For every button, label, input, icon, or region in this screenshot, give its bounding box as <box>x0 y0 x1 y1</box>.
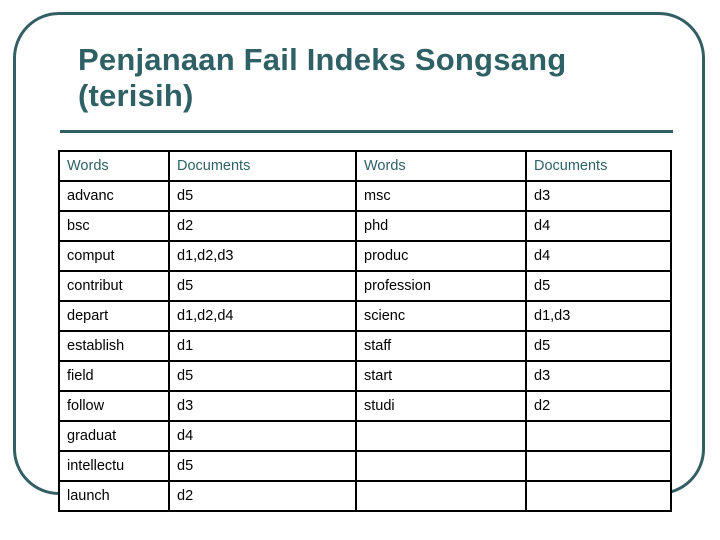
cell-word-right: studi <box>355 390 527 422</box>
cell-documents-left: d4 <box>168 420 357 452</box>
cell-documents-right: d5 <box>525 330 672 362</box>
title-divider-rule <box>60 130 673 133</box>
column-header-words-left: Words <box>58 150 170 182</box>
cell-documents-right: d1,d3 <box>525 300 672 332</box>
cell-documents-left: d5 <box>168 450 357 482</box>
cell-word-left: follow <box>58 390 170 422</box>
column-header-documents-left: Documents <box>168 150 357 182</box>
column-header-documents-right: Documents <box>525 150 672 182</box>
cell-documents-left: d3 <box>168 390 357 422</box>
table-row: establish d1 staff d5 <box>58 330 672 362</box>
cell-word-right: staff <box>355 330 527 362</box>
cell-word-left: establish <box>58 330 170 362</box>
cell-documents-left: d1 <box>168 330 357 362</box>
table-row: launch d2 <box>58 480 672 512</box>
cell-documents-left: d1,d2,d3 <box>168 240 357 272</box>
cell-word-right: msc <box>355 180 527 212</box>
table-row: graduat d4 <box>58 420 672 452</box>
cell-documents-right <box>525 480 672 512</box>
inverted-index-table-container: Words Documents Words Documents advanc d… <box>58 150 672 512</box>
cell-word-right: produc <box>355 240 527 272</box>
cell-documents-left: d1,d2,d4 <box>168 300 357 332</box>
cell-word-left: bsc <box>58 210 170 242</box>
cell-documents-right: d2 <box>525 390 672 422</box>
cell-documents-left: d5 <box>168 180 357 212</box>
cell-word-left: intellectu <box>58 450 170 482</box>
table-row: comput d1,d2,d3 produc d4 <box>58 240 672 272</box>
cell-word-left: advanc <box>58 180 170 212</box>
cell-documents-right: d3 <box>525 360 672 392</box>
table-body: advanc d5 msc d3 bsc d2 phd d4 comput d1… <box>58 180 672 512</box>
cell-word-left: field <box>58 360 170 392</box>
table-row: depart d1,d2,d4 scienc d1,d3 <box>58 300 672 332</box>
cell-documents-right: d4 <box>525 210 672 242</box>
page-title: Penjanaan Fail Indeks Songsang (terisih) <box>78 42 567 113</box>
cell-documents-left: d5 <box>168 360 357 392</box>
cell-documents-left: d2 <box>168 480 357 512</box>
table-row: field d5 start d3 <box>58 360 672 392</box>
slide: Penjanaan Fail Indeks Songsang (terisih)… <box>0 0 720 540</box>
cell-documents-right: d3 <box>525 180 672 212</box>
table-row: bsc d2 phd d4 <box>58 210 672 242</box>
cell-documents-left: d5 <box>168 270 357 302</box>
cell-word-right: profession <box>355 270 527 302</box>
inverted-index-table: Words Documents Words Documents advanc d… <box>58 150 672 512</box>
cell-documents-right <box>525 450 672 482</box>
cell-documents-right: d5 <box>525 270 672 302</box>
column-header-words-right: Words <box>355 150 527 182</box>
cell-word-left: depart <box>58 300 170 332</box>
cell-word-left: graduat <box>58 420 170 452</box>
table-row: follow d3 studi d2 <box>58 390 672 422</box>
cell-documents-right <box>525 420 672 452</box>
table-row: contribut d5 profession d5 <box>58 270 672 302</box>
cell-documents-left: d2 <box>168 210 357 242</box>
cell-word-right <box>355 450 527 482</box>
table-header: Words Documents Words Documents <box>58 150 672 182</box>
table-header-row: Words Documents Words Documents <box>58 150 672 182</box>
title-block: Penjanaan Fail Indeks Songsang (terisih) <box>78 42 678 114</box>
table-row: advanc d5 msc d3 <box>58 180 672 212</box>
cell-word-right: phd <box>355 210 527 242</box>
cell-word-left: launch <box>58 480 170 512</box>
cell-word-right <box>355 420 527 452</box>
cell-documents-right: d4 <box>525 240 672 272</box>
cell-word-left: comput <box>58 240 170 272</box>
cell-word-right <box>355 480 527 512</box>
cell-word-right: scienc <box>355 300 527 332</box>
cell-word-right: start <box>355 360 527 392</box>
cell-word-left: contribut <box>58 270 170 302</box>
table-row: intellectu d5 <box>58 450 672 482</box>
